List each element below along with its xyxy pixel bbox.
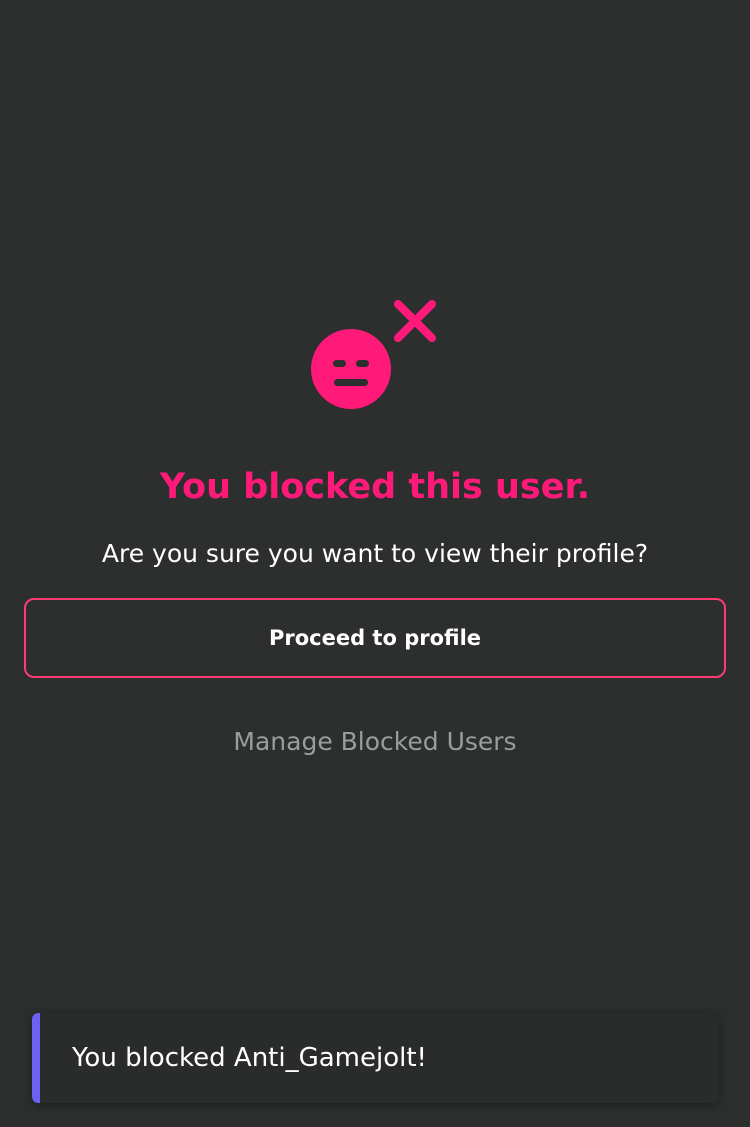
manage-blocked-users-link[interactable]: Manage Blocked Users [0, 722, 750, 762]
toast-message: You blocked Anti_Gamejolt! [72, 1043, 427, 1073]
cross-mark-icon [394, 300, 436, 342]
face-circle [311, 329, 391, 409]
proceed-to-profile-button[interactable]: Proceed to profile [24, 598, 726, 678]
blocked-subtitle: Are you sure you want to view their prof… [101, 539, 649, 568]
face-left-eye [333, 360, 346, 367]
blocked-title: You blocked this user. [159, 467, 591, 507]
toast-accent-bar [32, 1013, 40, 1103]
toast-notification: You blocked Anti_Gamejolt! [32, 1013, 719, 1103]
blocked-user-face-icon [311, 300, 436, 409]
face-right-eye [356, 360, 369, 367]
face-mouth [334, 379, 368, 386]
